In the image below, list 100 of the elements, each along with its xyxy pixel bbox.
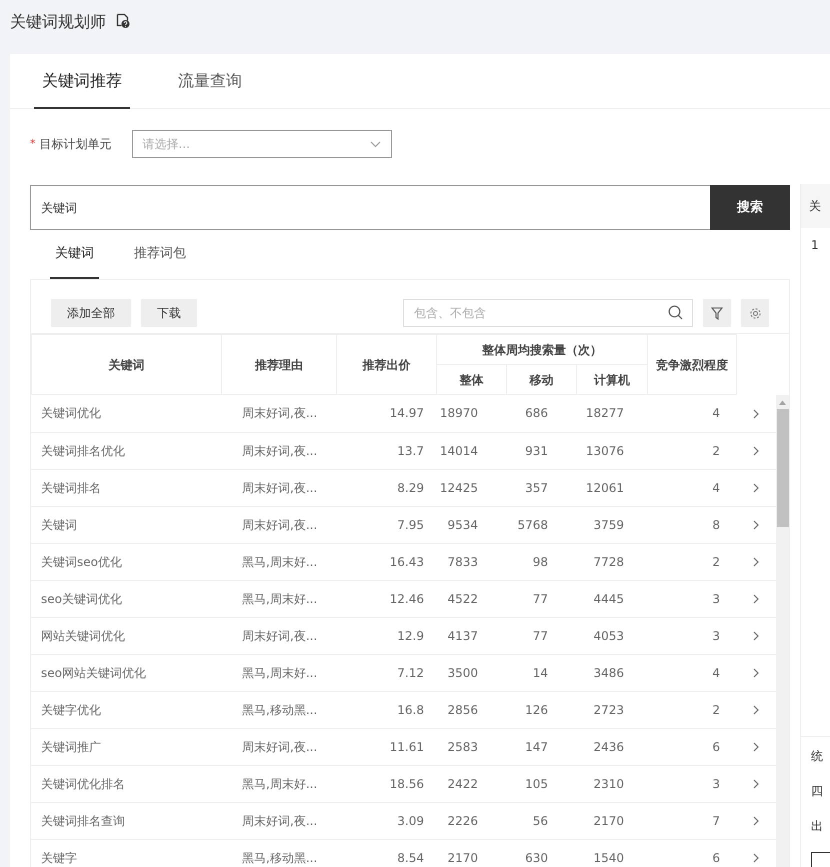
table-cell: 2 — [647, 691, 736, 728]
table-cell: 11.61 — [336, 728, 436, 765]
column-header: 推荐出价 — [336, 334, 436, 394]
table-cell: seo关键词优化 — [31, 580, 221, 617]
table-cell: 关键字 — [31, 839, 221, 867]
chevron-right-icon[interactable] — [753, 668, 759, 678]
table-cell: 14.97 — [336, 395, 436, 432]
side-panel-text: 1 — [810, 237, 820, 254]
table-cell: 黑马,移动黑... — [221, 691, 336, 728]
table-cell: 126 — [506, 691, 576, 728]
chevron-right-icon[interactable] — [753, 483, 759, 494]
field-label: 目标计划单元 — [40, 136, 112, 153]
table-cell: 3759 — [576, 506, 647, 543]
table-cell: 4137 — [436, 617, 506, 654]
scrollbar[interactable] — [776, 395, 789, 867]
table-cell: 黑马,周末好... — [221, 654, 336, 691]
filter-field[interactable]: 包含、不包含 — [403, 299, 693, 327]
table-cell: 686 — [506, 395, 576, 432]
toolbar-button[interactable]: 添加全部 — [51, 299, 131, 327]
filter-icon — [711, 306, 723, 320]
settings-icon — [748, 306, 762, 320]
table-cell: 关键词优化 — [31, 395, 221, 432]
table-cell: 2856 — [436, 691, 506, 728]
chevron-right-icon[interactable] — [753, 446, 759, 456]
table-cell: 2170 — [576, 802, 647, 839]
table-cell: 56 — [506, 802, 576, 839]
column-header: 关键词 — [32, 334, 222, 394]
table-cell: 14014 — [436, 432, 506, 469]
chevron-right-icon[interactable] — [753, 742, 759, 752]
column-header: 整体周均搜索量（次） — [436, 334, 648, 364]
chevron-right-icon[interactable] — [753, 557, 759, 568]
table-cell: 2422 — [436, 765, 506, 802]
chevron-right-icon[interactable] — [753, 779, 759, 790]
table-cell: 2310 — [576, 765, 647, 802]
table-cell: 6 — [647, 728, 736, 765]
table-cell: 关键词排名查询 — [31, 802, 221, 839]
tab[interactable]: 推荐词包 — [129, 230, 191, 279]
table-cell: 关键词推广 — [31, 728, 221, 765]
table-cell: 关键字优化 — [31, 691, 221, 728]
help-document-icon — [116, 13, 130, 29]
chevron-right-icon[interactable] — [753, 631, 759, 642]
filter-button[interactable] — [703, 299, 731, 327]
chevron-right-icon[interactable] — [753, 594, 759, 604]
table-cell: 关键词排名 — [31, 469, 221, 506]
table-cell: 黑马,周末好... — [221, 543, 336, 580]
chevron-right-icon[interactable] — [753, 816, 759, 826]
chevron-right-icon[interactable] — [753, 853, 759, 864]
chevron-right-icon[interactable] — [753, 705, 759, 716]
table-cell: 周末好词,夜... — [221, 728, 336, 765]
table-cell: 4 — [647, 654, 736, 691]
scrollbar-thumb[interactable] — [776, 409, 788, 527]
table-cell: 77 — [506, 617, 576, 654]
table-cell: 13076 — [576, 432, 647, 469]
table-cell: 4 — [647, 469, 736, 506]
tab[interactable]: 关键词 — [50, 230, 99, 279]
table-cell: 77 — [506, 580, 576, 617]
table-cell: 关键词优化排名 — [31, 765, 221, 802]
search-field[interactable]: 关键词 — [30, 185, 710, 230]
table-cell: 周末好词,夜... — [221, 617, 336, 654]
table-cell: 4522 — [436, 580, 506, 617]
tab[interactable]: 流量查询 — [170, 54, 250, 109]
table-cell: 105 — [506, 765, 576, 802]
table-cell: 4053 — [576, 617, 647, 654]
table-cell: 18277 — [576, 395, 647, 432]
table-cell: 16.43 — [336, 543, 436, 580]
table-cell: 12425 — [436, 469, 506, 506]
column-header: 移动 — [506, 364, 576, 394]
side-panel-header: 关 — [801, 184, 830, 228]
table-cell: 931 — [506, 432, 576, 469]
chevron-down-icon — [370, 140, 380, 148]
chevron-right-icon[interactable] — [753, 520, 759, 530]
table-cell: 630 — [506, 839, 576, 867]
chevron-right-icon[interactable] — [753, 408, 759, 419]
table-cell: 147 — [506, 728, 576, 765]
table-cell: 1540 — [576, 839, 647, 867]
column-header: 整体 — [436, 364, 506, 394]
table-cell: 7833 — [436, 543, 506, 580]
table-cell: 网站关键词优化 — [31, 617, 221, 654]
table-cell: 98 — [506, 543, 576, 580]
settings-button[interactable] — [741, 299, 769, 327]
side-panel-text: 四 — [810, 783, 824, 800]
table-cell: 黑马,周末好... — [221, 765, 336, 802]
toolbar-button[interactable]: 下载 — [141, 299, 197, 327]
table-cell: 周末好词,夜... — [221, 506, 336, 543]
table-cell: 16.8 — [336, 691, 436, 728]
table-cell: 7.12 — [336, 654, 436, 691]
search-button[interactable]: 搜索 — [710, 185, 790, 230]
table-cell: 6 — [647, 839, 736, 867]
table-cell: 3 — [647, 580, 736, 617]
tab[interactable]: 关键词推荐 — [34, 54, 130, 109]
table-cell: 5768 — [506, 506, 576, 543]
table-cell: 3 — [647, 617, 736, 654]
table-cell: 3500 — [436, 654, 506, 691]
table-cell: 2226 — [436, 802, 506, 839]
table-cell: 关键词seo优化 — [31, 543, 221, 580]
table-cell: 7728 — [576, 543, 647, 580]
table-cell: 黑马,周末好... — [221, 580, 336, 617]
page-title: 关键词规划师 — [10, 11, 106, 33]
table-cell: 2170 — [436, 839, 506, 867]
table-cell: 14 — [506, 654, 576, 691]
